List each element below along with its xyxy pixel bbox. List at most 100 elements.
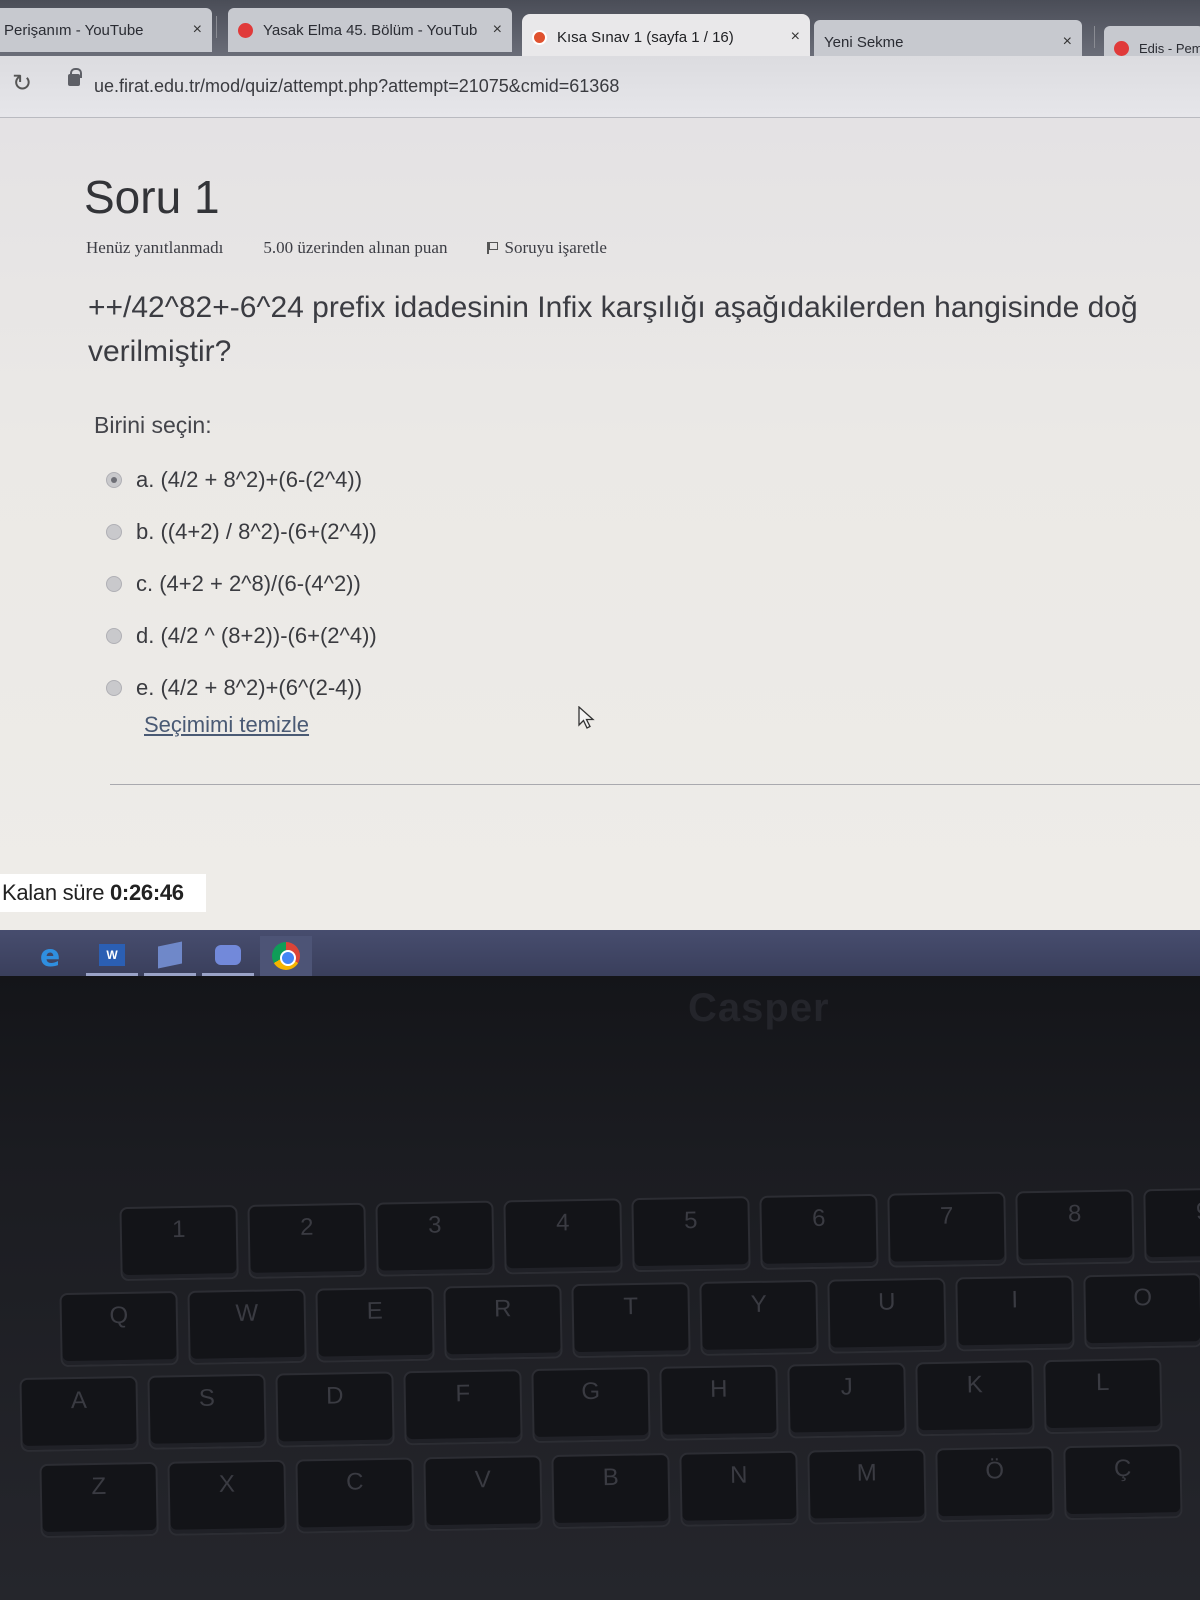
key-t: T [571,1282,691,1359]
option-e[interactable]: e. (4/2 + 8^2)+(6^(2-4)) [106,662,377,714]
youtube-icon [238,22,253,38]
option-a-label[interactable]: a. (4/2 + 8^2)+(6-(2^4)) [136,467,362,493]
option-d-label[interactable]: d. (4/2 ^ (8+2))-(6+(2^4)) [136,623,377,649]
key-z: Z [39,1461,159,1538]
question-text: ++/42^82+-6^24 prefix idadesinin Infix k… [88,286,1200,374]
flag-icon [487,242,499,254]
key-g: G [531,1366,651,1444]
tab-kisa-sinav[interactable]: Kısa Sınav 1 (sayfa 1 / 16) × [522,14,810,60]
word-icon[interactable]: W [86,936,138,976]
tab-perisanim[interactable]: Perişanım - YouTube × [0,8,212,52]
keyboard-row-bottom: ZXCVBNMÖÇ [39,1444,1183,1538]
browser-toolbar: ↻ ue.firat.edu.tr/mod/quiz/attempt.php?a… [0,56,1200,118]
key-n: N [679,1450,799,1527]
key-8: 8 [1015,1189,1135,1266]
option-a[interactable]: a. (4/2 + 8^2)+(6-(2^4)) [106,454,377,506]
radio-button-e[interactable] [106,680,122,696]
key-a: A [19,1375,139,1452]
key-ç: Ç [1063,1444,1183,1521]
tab-separator [1094,26,1095,48]
key-u: U [827,1277,947,1354]
key-s: S [147,1373,267,1450]
time-remaining: Kalan süre 0:26:46 [0,874,206,912]
key-1: 1 [119,1205,239,1282]
tab-yasak-elma[interactable]: Yasak Elma 45. Bölüm - YouTub × [228,8,512,52]
key-y: Y [699,1279,819,1356]
keyboard-row-numbers: 1234567890 [119,1185,1200,1282]
key-b: B [551,1452,671,1530]
key-ö: Ö [935,1446,1055,1523]
internet-explorer-icon[interactable]: e [24,936,76,976]
key-6: 6 [759,1193,879,1270]
key-f: F [403,1369,523,1446]
book-icon[interactable] [144,936,196,976]
key-7: 7 [887,1191,1007,1268]
close-icon[interactable]: × [193,21,202,39]
close-icon[interactable]: × [493,21,502,39]
key-c: C [295,1457,415,1534]
tab-title: Yasak Elma 45. Bölüm - YouTub [263,21,478,39]
key-x: X [167,1459,287,1536]
answer-options: a. (4/2 + 8^2)+(6-(2^4)) b. ((4+2) / 8^2… [106,454,377,714]
question-title: Soru 1 [84,171,220,223]
keyboard-row-home: ASDFGHJKL [19,1358,1163,1452]
key-l: L [1043,1358,1163,1435]
mouse-cursor-icon [578,706,595,729]
key-o: O [1083,1273,1200,1350]
flag-question-link[interactable]: Soruyu işaretle [487,238,607,258]
key-2: 2 [247,1202,367,1279]
tab-title: Edis - Pem [1139,40,1200,56]
radio-button-a[interactable] [106,472,122,488]
tab-title: Yeni Sekme [824,33,904,51]
key-3: 3 [375,1200,495,1277]
discord-icon[interactable] [202,936,254,976]
option-b-label[interactable]: b. ((4+2) / 8^2)-(6+(2^4)) [136,519,377,545]
flag-label: Soruyu işaretle [504,238,607,257]
divider [110,784,1200,785]
question-line-1: ++/42^82+-6^24 prefix idadesinin Infix k… [88,291,1138,324]
moodle-icon [532,29,547,45]
key-q: Q [59,1291,179,1368]
browser-tab-bar: Perişanım - YouTube × Yasak Elma 45. Böl… [0,0,1200,70]
option-c[interactable]: c. (4+2 + 2^8)/(6-(4^2)) [106,558,377,610]
key-j: J [787,1362,907,1439]
key-d: D [275,1371,395,1448]
tab-title: Kısa Sınav 1 (sayfa 1 / 16) [557,28,734,46]
option-e-label[interactable]: e. (4/2 + 8^2)+(6^(2-4)) [136,675,362,701]
clear-choice-link[interactable]: Seçimimi temizle [144,712,309,738]
radio-button-c[interactable] [106,576,122,592]
key-r: R [443,1284,563,1361]
close-icon[interactable]: × [791,28,800,46]
laptop-bezel: Casper [0,976,1200,1156]
address-bar[interactable]: ue.firat.edu.tr/mod/quiz/attempt.php?att… [94,76,619,97]
question-status: Henüz yanıtlanmadı [86,238,224,257]
key-i: I [955,1275,1075,1352]
key-m: M [807,1448,927,1525]
question-info: Henüz yanıtlanmadı 5.00 üzerinden alınan… [86,238,607,258]
question-points: 5.00 üzerinden alınan puan [263,238,448,257]
key-5: 5 [631,1196,751,1273]
key-9: 9 [1143,1187,1200,1264]
option-b[interactable]: b. ((4+2) / 8^2)-(6+(2^4)) [106,506,377,558]
keyboard-row-top: QWERTYUIOP [59,1271,1200,1368]
tab-separator [216,16,217,38]
chrome-icon[interactable] [260,936,312,976]
choose-label: Birini seçin: [94,412,212,438]
option-d[interactable]: d. (4/2 ^ (8+2))-(6+(2^4)) [106,610,377,662]
timer-label: Kalan süre [2,880,105,905]
close-icon[interactable]: × [1063,33,1072,51]
key-h: H [659,1364,779,1441]
key-w: W [187,1288,307,1365]
windows-taskbar: e W [0,930,1200,976]
key-k: K [915,1360,1035,1437]
tab-title: Perişanım - YouTube [4,21,144,39]
option-c-label[interactable]: c. (4+2 + 2^8)/(6-(4^2)) [136,571,361,597]
radio-button-d[interactable] [106,628,122,644]
key-e: E [315,1286,435,1363]
quiz-page: Soru 1 Henüz yanıtlanmadı 5.00 üzerinden… [0,118,1200,930]
key-4: 4 [503,1198,623,1275]
radio-button-b[interactable] [106,524,122,540]
question-line-2: verilmiştir? [88,335,232,368]
key-v: V [423,1455,543,1532]
reload-icon[interactable]: ↻ [8,70,36,98]
